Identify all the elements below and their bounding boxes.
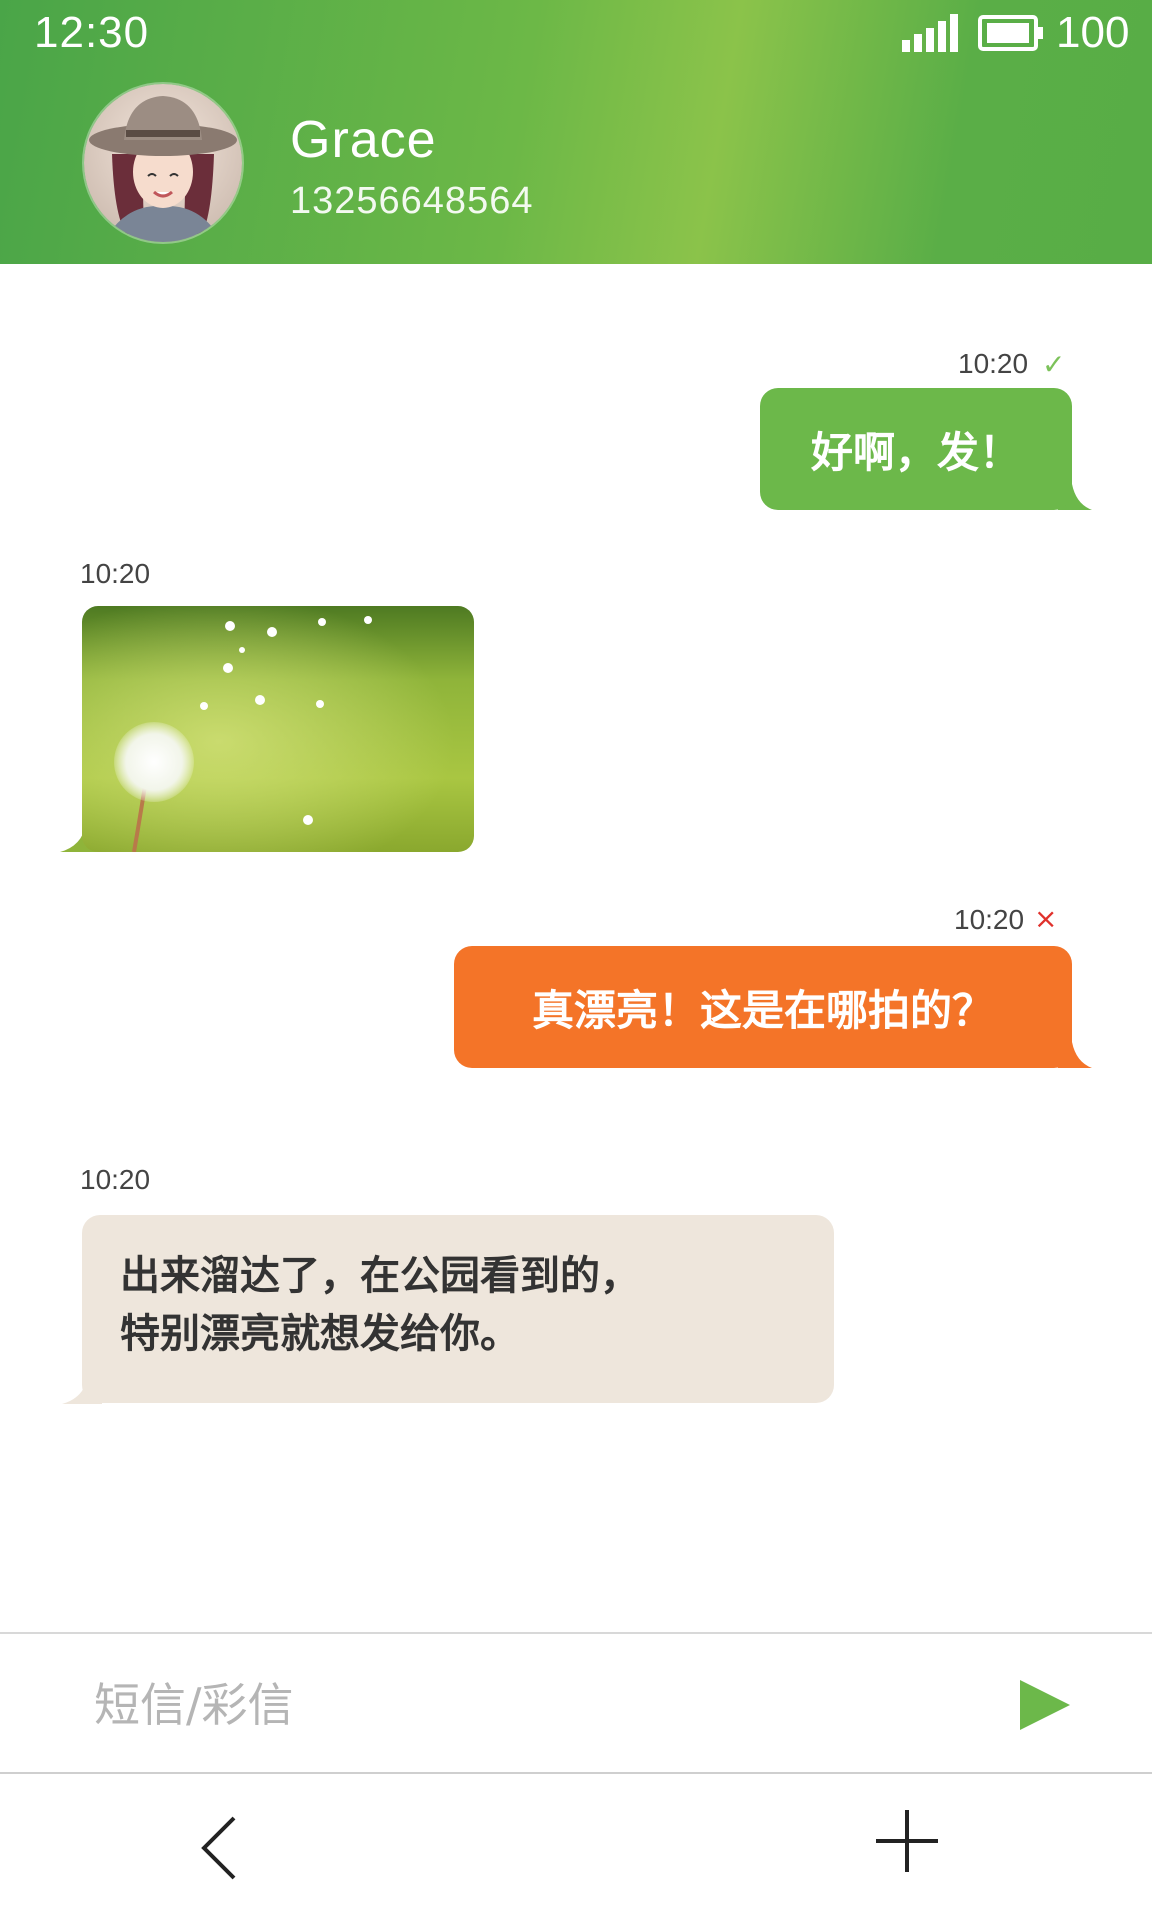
message-time: 10:20: [958, 348, 1029, 379]
message-list[interactable]: 10:20 ✓ 好啊，发！ 10:20 10:20 × 真漂亮！这是在哪拍的？ …: [0, 264, 1152, 1632]
sent-check-icon: ✓: [1042, 348, 1066, 381]
status-time: 12:30: [34, 8, 150, 57]
battery-icon: [978, 15, 1043, 51]
bottom-nav: [0, 1774, 1152, 1920]
composer-bar: [0, 1632, 1152, 1774]
contact-name: Grace: [290, 111, 437, 169]
back-chevron-icon[interactable]: [190, 1808, 250, 1888]
message-time: 10:20: [80, 558, 151, 589]
outgoing-failed-message-bubble[interactable]: 真漂亮！这是在哪拍的？: [454, 946, 1072, 1068]
avatar[interactable]: [82, 82, 244, 244]
avatar-photo: [84, 84, 242, 242]
message-time: 10:20: [80, 1164, 151, 1195]
incoming-message-bubble[interactable]: 出来溜达了，在公园看到的， 特别漂亮就想发给你。: [82, 1215, 834, 1403]
chat-screen: 12:30 100 Grace 13256648564 10:20 ✓ 好啊，发…: [0, 0, 1152, 1920]
message-text-line: 出来溜达了，在公园看到的，: [120, 1253, 640, 1299]
battery-level: 100: [1056, 8, 1130, 57]
send-icon[interactable]: [1010, 1670, 1080, 1740]
contact-phone: 13256648564: [290, 180, 534, 222]
message-text-line: 特别漂亮就想发给你。: [120, 1311, 520, 1357]
dandelion-photo: [82, 606, 474, 852]
plus-icon[interactable]: [872, 1806, 942, 1876]
status-bar: 12:30 100: [0, 0, 1152, 68]
failed-x-icon[interactable]: ×: [1034, 902, 1057, 935]
message-time: 10:20: [954, 904, 1025, 935]
signal-bars-icon: [902, 14, 958, 52]
message-input[interactable]: [92, 1662, 996, 1748]
message-text: 好啊，发！: [810, 427, 1021, 477]
message-text: 真漂亮！这是在哪拍的？: [531, 985, 994, 1035]
image-message[interactable]: [82, 606, 474, 852]
outgoing-message-bubble[interactable]: 好啊，发！: [760, 388, 1072, 510]
conversation-header: 12:30 100 Grace 13256648564: [0, 0, 1152, 264]
